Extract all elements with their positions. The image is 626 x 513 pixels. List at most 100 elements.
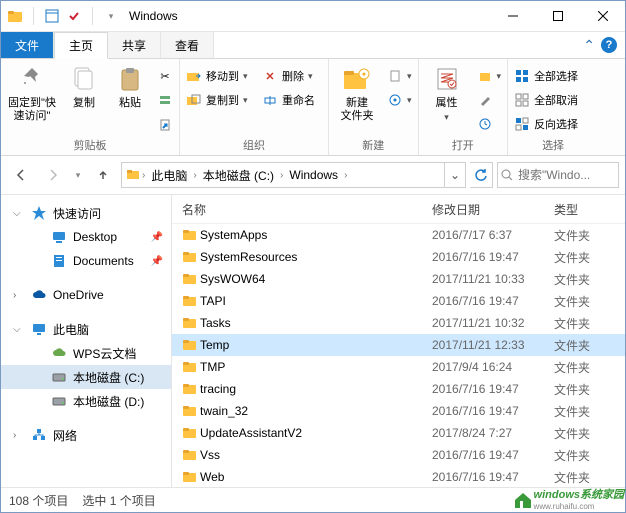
paste-button[interactable]: 粘贴: [111, 61, 149, 110]
group-organize-label: 组织: [186, 137, 322, 155]
back-button[interactable]: [7, 162, 35, 188]
new-folder-button[interactable]: ✦ 新建 文件夹: [335, 61, 379, 122]
paste-shortcut-button[interactable]: [157, 113, 173, 135]
file-row[interactable]: Temp2017/11/21 12:33文件夹: [172, 334, 625, 356]
checkmark-icon[interactable]: [66, 8, 82, 24]
file-row[interactable]: SystemApps2016/7/17 6:37文件夹: [172, 224, 625, 246]
breadcrumb-item[interactable]: 本地磁盘 (C:): [197, 163, 280, 187]
column-name[interactable]: 名称: [182, 201, 432, 218]
rename-button[interactable]: 重命名: [262, 89, 322, 111]
select-all-button[interactable]: 全部选择: [514, 65, 592, 87]
minimize-button[interactable]: [490, 1, 535, 31]
file-name: tracing: [200, 382, 432, 396]
edit-button[interactable]: [477, 89, 502, 111]
column-type[interactable]: 类型: [554, 201, 604, 218]
file-name: Tasks: [200, 316, 432, 330]
forward-button[interactable]: [39, 162, 67, 188]
copy-to-button[interactable]: 复制到▾: [186, 89, 254, 111]
nav-item[interactable]: Desktop📌: [1, 225, 171, 249]
nav-item[interactable]: ⌵ 快速访问: [1, 201, 171, 225]
cut-button[interactable]: ✂: [157, 65, 173, 87]
navigation-pane[interactable]: ⌵ 快速访问 Desktop📌Documents📌 ›OneDrive ⌵此电脑WPS云…: [1, 195, 172, 487]
properties-button[interactable]: 属性 ▾: [425, 61, 469, 123]
nav-item-label: 本地磁盘 (C:): [73, 369, 144, 386]
history-dropdown-icon[interactable]: ▾: [71, 162, 85, 188]
search-icon: [498, 169, 516, 181]
expand-arrow-icon[interactable]: ⌵: [13, 324, 25, 335]
file-row[interactable]: Web2016/7/16 19:47文件夹: [172, 466, 625, 487]
breadcrumb-item[interactable]: Windows: [283, 163, 344, 187]
expand-arrow-icon[interactable]: ›: [13, 290, 25, 301]
tab-file[interactable]: 文件: [1, 32, 54, 58]
move-to-button[interactable]: 移动到▾: [186, 65, 254, 87]
open-button[interactable]: ▾: [477, 65, 502, 87]
file-date: 2017/11/21 12:33: [432, 338, 554, 352]
nav-item[interactable]: 本地磁盘 (D:): [1, 389, 171, 413]
file-name: TMP: [200, 360, 432, 374]
file-row[interactable]: TAPI2016/7/16 19:47文件夹: [172, 290, 625, 312]
nav-item[interactable]: ⌵此电脑: [1, 317, 171, 341]
file-date: 2016/7/16 19:47: [432, 448, 554, 462]
file-date: 2016/7/16 19:47: [432, 294, 554, 308]
file-row[interactable]: Vss2016/7/16 19:47文件夹: [172, 444, 625, 466]
nav-item[interactable]: Documents📌: [1, 249, 171, 273]
breadcrumb-bar[interactable]: › 此电脑› 本地磁盘 (C:)› Windows› ⌄: [121, 162, 466, 188]
nav-item-label: 快速访问: [53, 205, 101, 222]
history-button[interactable]: [477, 113, 502, 135]
breadcrumb-item[interactable]: 此电脑: [145, 163, 193, 187]
search-box[interactable]: [497, 162, 619, 188]
file-list[interactable]: SystemApps2016/7/17 6:37文件夹SystemResourc…: [172, 224, 625, 487]
select-none-button[interactable]: 全部取消: [514, 89, 592, 111]
folder-icon: [182, 425, 200, 442]
file-row[interactable]: Tasks2017/11/21 10:32文件夹: [172, 312, 625, 334]
file-type: 文件夹: [554, 249, 604, 266]
expand-arrow-icon[interactable]: ⌵: [13, 208, 25, 219]
close-button[interactable]: [580, 1, 625, 31]
invert-selection-button[interactable]: 反向选择: [514, 113, 592, 135]
file-name: Temp: [200, 338, 432, 352]
nav-item[interactable]: ›网络: [1, 423, 171, 447]
file-date: 2016/7/16 19:47: [432, 250, 554, 264]
desktop-icon: [51, 229, 67, 245]
file-row[interactable]: tracing2016/7/16 19:47文件夹: [172, 378, 625, 400]
group-clipboard-label: 剪贴板: [7, 137, 173, 155]
file-row[interactable]: TMP2017/9/4 16:24文件夹: [172, 356, 625, 378]
title-bar: ▾ Windows: [1, 1, 625, 32]
expand-arrow-icon[interactable]: ›: [13, 430, 25, 441]
maximize-button[interactable]: [535, 1, 580, 31]
pin-to-quick-access-button[interactable]: 固定到"快速访问": [7, 61, 57, 122]
tab-share[interactable]: 共享: [108, 32, 161, 58]
status-selection: 选中 1 个项目: [82, 492, 155, 509]
properties-icon[interactable]: [44, 8, 60, 24]
new-item-button[interactable]: ▾: [387, 65, 412, 87]
collapse-ribbon-icon[interactable]: ⌃: [583, 37, 595, 54]
pin-icon: 📌: [151, 232, 163, 243]
file-type: 文件夹: [554, 315, 604, 332]
nav-item[interactable]: 本地磁盘 (C:): [1, 365, 171, 389]
folder-icon: [126, 167, 142, 184]
file-name: Vss: [200, 448, 432, 462]
nav-item[interactable]: ›OneDrive: [1, 283, 171, 307]
folder-icon: [182, 469, 200, 486]
copy-button[interactable]: 复制: [65, 61, 103, 110]
refresh-button[interactable]: [470, 162, 493, 188]
qat-dropdown-icon[interactable]: ▾: [103, 8, 119, 24]
drive-icon: [51, 393, 67, 409]
tab-home[interactable]: 主页: [54, 32, 108, 59]
folder-icon: [182, 271, 200, 288]
address-dropdown-icon[interactable]: ⌄: [444, 163, 465, 187]
file-row[interactable]: SysWOW642017/11/21 10:33文件夹: [172, 268, 625, 290]
easy-access-button[interactable]: ▾: [387, 89, 412, 111]
file-row[interactable]: twain_322016/7/16 19:47文件夹: [172, 400, 625, 422]
up-button[interactable]: [89, 162, 117, 188]
file-row[interactable]: UpdateAssistantV22017/8/24 7:27文件夹: [172, 422, 625, 444]
nav-item[interactable]: WPS云文档: [1, 341, 171, 365]
delete-button[interactable]: ✕ 删除▾: [262, 65, 322, 87]
search-input[interactable]: [516, 167, 618, 183]
column-date[interactable]: 修改日期: [432, 201, 554, 218]
copy-path-button[interactable]: [157, 89, 173, 111]
house-icon: [512, 488, 534, 510]
tab-view[interactable]: 查看: [161, 32, 214, 58]
file-row[interactable]: SystemResources2016/7/16 19:47文件夹: [172, 246, 625, 268]
help-icon[interactable]: ?: [601, 37, 617, 53]
